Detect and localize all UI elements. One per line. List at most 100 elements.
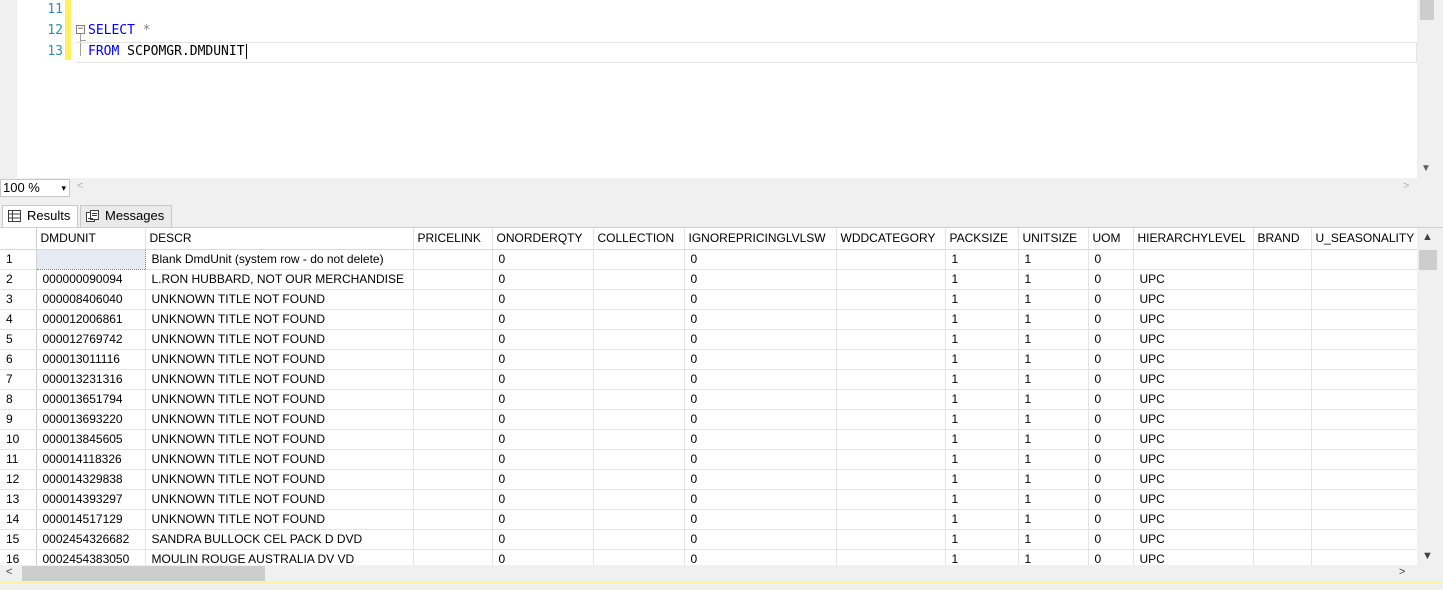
cell-pricelink[interactable] (413, 529, 493, 550)
cell-collection[interactable] (593, 469, 685, 490)
row-number[interactable]: 9 (0, 409, 37, 430)
cell-hierarchylevel[interactable]: UPC (1133, 309, 1254, 330)
cell-packsize[interactable]: 1 (945, 369, 1019, 390)
cell-collection[interactable] (593, 269, 685, 290)
cell-brand[interactable] (1253, 309, 1312, 330)
cell-dmdunit[interactable]: 000013693220 (36, 409, 146, 430)
cell-dmdunit[interactable]: 0002454326682 (36, 529, 146, 550)
cell-wddcategory[interactable] (836, 349, 946, 370)
cell-unitsize[interactable]: 1 (1018, 529, 1089, 550)
cell-u-seasonality[interactable] (1311, 309, 1422, 330)
cell-wddcategory[interactable] (836, 289, 946, 310)
cell-collection[interactable] (593, 409, 685, 430)
cell-unitsize[interactable]: 1 (1018, 269, 1089, 290)
tab-messages[interactable]: Messages (80, 205, 172, 227)
row-number[interactable]: 15 (0, 529, 37, 550)
cell-pricelink[interactable] (413, 289, 493, 310)
collapse-region-icon[interactable]: − (76, 25, 85, 34)
cell-wddcategory[interactable] (836, 409, 946, 430)
cell-brand[interactable] (1253, 549, 1312, 565)
table-row[interactable]: 16 0002454383050 MOULIN ROUGE AUSTRALIA DV… (0, 549, 1422, 565)
code-line-11[interactable] (76, 0, 1417, 21)
cell-pricelink[interactable] (413, 349, 493, 370)
cell-uom[interactable]: 0 (1088, 489, 1134, 510)
table-row[interactable]: 12 000014329838 UNKNOWN TITLE NOT FOUND 0 0 1… (0, 469, 1422, 490)
editor-scroll-right-icon[interactable]: > (1403, 180, 1409, 192)
cell-ignorepricinglvlsw[interactable]: 0 (684, 349, 837, 370)
row-number[interactable]: 12 (0, 469, 37, 490)
cell-collection[interactable] (593, 369, 685, 390)
cell-dmdunit[interactable]: 000014517129 (36, 509, 146, 530)
cell-brand[interactable] (1253, 269, 1312, 290)
cell-onorderqty[interactable]: 0 (492, 389, 594, 410)
cell-pricelink[interactable] (413, 549, 493, 565)
table-row[interactable]: 14 000014517129 UNKNOWN TITLE NOT FOUND 0 0 1… (0, 509, 1422, 530)
cell-wddcategory[interactable] (836, 369, 946, 390)
table-row[interactable]: 11 000014118326 UNKNOWN TITLE NOT FOUND 0 0 1… (0, 449, 1422, 470)
cell-dmdunit[interactable]: 000014393297 (36, 489, 146, 510)
cell-ignorepricinglvlsw[interactable]: 0 (684, 529, 837, 550)
cell-unitsize[interactable]: 1 (1018, 509, 1089, 530)
cell-brand[interactable] (1253, 289, 1312, 310)
cell-u-seasonality[interactable] (1311, 389, 1422, 410)
row-number[interactable]: 5 (0, 329, 37, 350)
cell-unitsize[interactable]: 1 (1018, 389, 1089, 410)
cell-dmdunit[interactable]: 000014118326 (36, 449, 146, 470)
row-number[interactable]: 16 (0, 549, 37, 565)
cell-unitsize[interactable]: 1 (1018, 289, 1089, 310)
cell-uom[interactable]: 0 (1088, 289, 1134, 310)
cell-hierarchylevel[interactable]: UPC (1133, 369, 1254, 390)
cell-packsize[interactable]: 1 (945, 269, 1019, 290)
cell-wddcategory[interactable] (836, 249, 946, 270)
table-row[interactable]: 9 000013693220 UNKNOWN TITLE NOT FOUND 0 0 1 1… (0, 409, 1422, 430)
cell-brand[interactable] (1253, 529, 1312, 550)
cell-descr[interactable]: UNKNOWN TITLE NOT FOUND (145, 449, 414, 470)
cell-pricelink[interactable] (413, 329, 493, 350)
cell-wddcategory[interactable] (836, 469, 946, 490)
cell-brand[interactable] (1253, 369, 1312, 390)
cell-u-seasonality[interactable] (1311, 249, 1422, 270)
table-row[interactable]: 1 Blank DmdUnit (system row - do not dele… (0, 249, 1422, 270)
cell-brand[interactable] (1253, 469, 1312, 490)
table-row[interactable]: 6 000013011116 UNKNOWN TITLE NOT FOUND 0 0 1 1… (0, 349, 1422, 370)
cell-packsize[interactable]: 1 (945, 249, 1019, 270)
table-row[interactable]: 2 000000090094 L.RON HUBBARD, NOT OUR MERC… (0, 269, 1422, 290)
cell-brand[interactable] (1253, 449, 1312, 470)
cell-dmdunit[interactable]: 000013651794 (36, 389, 146, 410)
cell-unitsize[interactable]: 1 (1018, 409, 1089, 430)
code-area[interactable]: − SELECT * FROM SCPOMGR.DMDUNIT (76, 0, 1417, 63)
cell-uom[interactable]: 0 (1088, 429, 1134, 450)
cell-onorderqty[interactable]: 0 (492, 449, 594, 470)
cell-packsize[interactable]: 1 (945, 409, 1019, 430)
cell-uom[interactable]: 0 (1088, 349, 1134, 370)
cell-collection[interactable] (593, 489, 685, 510)
scroll-down-icon[interactable]: ▼ (1422, 550, 1433, 562)
cell-u-seasonality[interactable] (1311, 289, 1422, 310)
cell-brand[interactable] (1253, 429, 1312, 450)
cell-collection[interactable] (593, 449, 685, 470)
cell-dmdunit[interactable]: 000013231316 (36, 369, 146, 390)
cell-collection[interactable] (593, 329, 685, 350)
cell-packsize[interactable]: 1 (945, 349, 1019, 370)
table-row[interactable]: 10 000013845605 UNKNOWN TITLE NOT FOUND 0 0 1… (0, 429, 1422, 450)
row-number[interactable]: 2 (0, 269, 37, 290)
table-row[interactable]: 13 000014393297 UNKNOWN TITLE NOT FOUND 0 0 1… (0, 489, 1422, 510)
cell-collection[interactable] (593, 289, 685, 310)
cell-packsize[interactable]: 1 (945, 549, 1019, 565)
cell-hierarchylevel[interactable]: UPC (1133, 289, 1254, 310)
cell-u-seasonality[interactable] (1311, 549, 1422, 565)
row-number[interactable]: 11 (0, 449, 37, 470)
scroll-left-icon[interactable]: < (6, 566, 12, 578)
cell-packsize[interactable]: 1 (945, 529, 1019, 550)
table-row[interactable]: 8 000013651794 UNKNOWN TITLE NOT FOUND 0 0 1 1… (0, 389, 1422, 410)
cell-u-seasonality[interactable] (1311, 449, 1422, 470)
column-header-brand[interactable]: BRAND (1253, 228, 1312, 250)
row-number[interactable]: 13 (0, 489, 37, 510)
cell-pricelink[interactable] (413, 409, 493, 430)
cell-onorderqty[interactable]: 0 (492, 429, 594, 450)
cell-descr[interactable]: UNKNOWN TITLE NOT FOUND (145, 389, 414, 410)
cell-wddcategory[interactable] (836, 529, 946, 550)
cell-uom[interactable]: 0 (1088, 369, 1134, 390)
cell-hierarchylevel[interactable]: UPC (1133, 549, 1254, 565)
cell-ignorepricinglvlsw[interactable]: 0 (684, 509, 837, 530)
